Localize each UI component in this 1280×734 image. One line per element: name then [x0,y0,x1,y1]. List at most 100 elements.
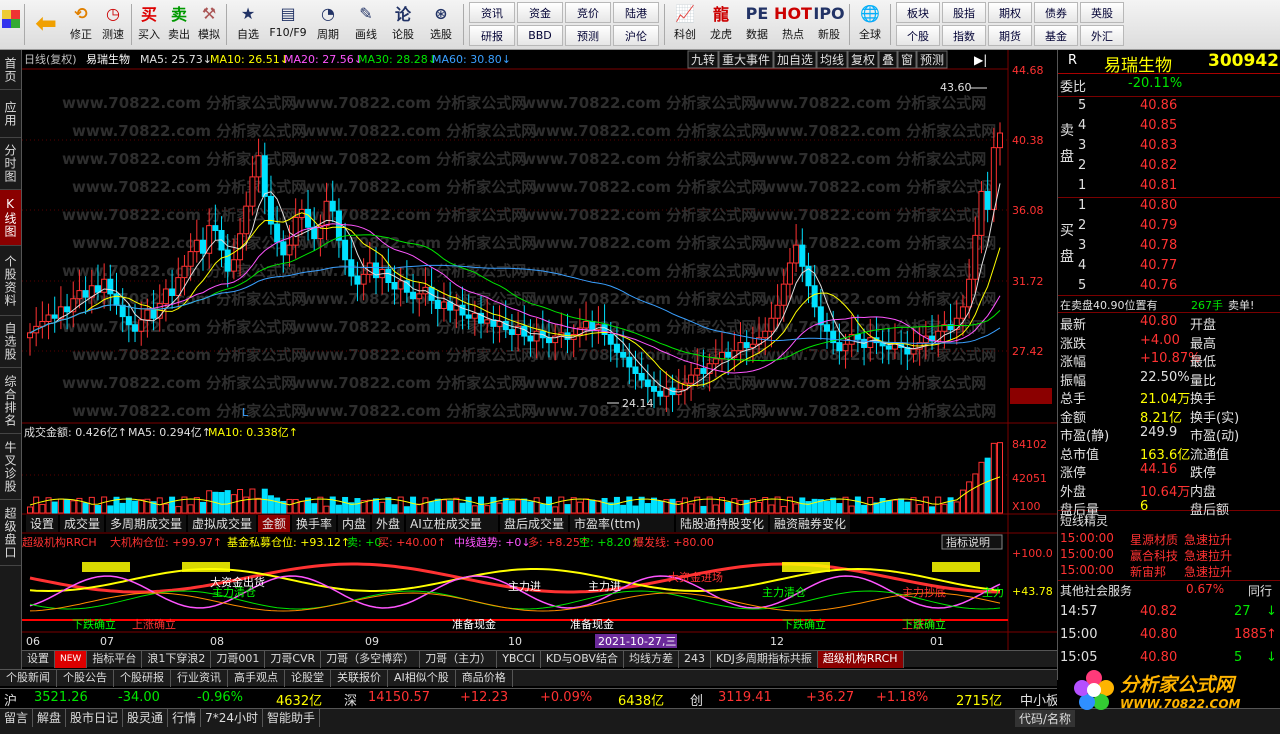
chart-pane[interactable]: www.70822.com 分析家公式网 www.70822.com 分析家公式网… [22,50,1057,650]
grid-index[interactable]: 指数 [942,25,986,46]
grid-hk[interactable]: 陆港 [613,2,659,23]
dragon-tiger-button[interactable]: 龍龙虎 [703,0,739,49]
nav-apps[interactable]: 应用 [0,90,21,138]
candle-body [416,293,423,300]
volume-bar [39,503,46,514]
panel-arrow-icon[interactable]: ▶| [974,53,987,67]
info-tab[interactable]: 商品价格 [456,670,513,687]
nav-watchlist[interactable]: 自选股 [0,316,21,368]
grid-futures[interactable]: 期货 [988,25,1032,46]
indicator-tab[interactable]: 243 [679,651,711,668]
hotspot-button[interactable]: HOT 热点 [774,0,812,49]
watchlist-button[interactable]: ★ 自选 [229,0,267,49]
sell-button[interactable]: 卖卖出 [164,0,194,49]
grid-auction[interactable]: 竞价 [565,2,611,23]
status-item[interactable]: 智能助手 [263,709,320,727]
grid-funds[interactable]: 基金 [1034,25,1078,46]
status-item[interactable]: 股灵通 [123,709,169,727]
grid-forex[interactable]: 外汇 [1080,25,1124,46]
info-tab[interactable]: 高手观点 [228,670,285,687]
indicator-tab[interactable]: KD与OBV结合 [541,651,624,668]
indicator-tab[interactable]: 刀哥（主力） [420,651,498,668]
indicator-tab[interactable]: 超级机构RRCH [817,651,904,668]
short-action: 急速拉升 [1184,565,1233,579]
indicator-tab[interactable]: 指标平台 [87,651,143,668]
indicator-tab[interactable]: 浪1下穿浪2 [142,651,212,668]
indicator-tab[interactable]: 刀哥（多空博弈） [321,651,421,668]
volume-bar [199,501,206,514]
nav-diagnose[interactable]: 牛叉诊股 [0,434,21,500]
volume-bar [101,496,108,514]
short-item[interactable]: 15:00:00 新宙邦 急速拉升 [1058,563,1280,583]
indicator-tab[interactable]: NEW [55,651,88,668]
data-button[interactable]: PE 数据 [739,0,775,49]
nav-home[interactable]: 首页 [0,50,21,90]
nav-profile[interactable]: 个股资料 [0,246,21,316]
info-tab[interactable]: 个股公告 [57,670,114,687]
refresh-button[interactable]: ⟲ 修正 [65,0,97,49]
select-stock-button[interactable]: ⊛ 选股 [421,0,461,49]
status-item[interactable]: 留言 [0,709,34,727]
subtab-label: AI立桩成交量 [410,516,482,531]
grid-shlon[interactable]: 沪伦 [613,25,659,46]
indicator-tab[interactable]: YBCCI [497,651,541,668]
global-button[interactable]: 🌐 全球 [852,0,888,49]
nav-ranking[interactable]: 综合排名 [0,368,21,434]
volume-bar [898,498,905,514]
info-tab[interactable]: 论股堂 [285,670,331,687]
grid-report[interactable]: 研报 [469,25,515,46]
grid-stocks[interactable]: 个股 [896,25,940,46]
quote-value: 22.50% [1140,369,1190,385]
status-item[interactable]: 解盘 [33,709,67,727]
info-tab[interactable]: 关联报价 [331,670,388,687]
back-button[interactable]: ⬅ [27,0,65,49]
status-item[interactable]: 行情 [168,709,202,727]
ipo-button[interactable]: IPO 新股 [811,0,847,49]
indicator-tab[interactable]: KDJ多周期指标共振 [711,651,818,668]
volume-bar [465,496,472,514]
app-logo-icon[interactable] [0,0,22,49]
grid-sector[interactable]: 板块 [896,2,940,23]
grid-uk[interactable]: 英股 [1080,2,1124,23]
nav-orderbook[interactable]: 超级盘口 [0,500,21,566]
period-button[interactable]: ◔ 周期 [309,0,347,49]
candle-body [243,205,250,235]
indicator-tab[interactable]: 刀哥CVR [265,651,322,668]
indicator-tab[interactable]: 刀哥001 [211,651,266,668]
discuss-button[interactable]: 论论股 [385,0,421,49]
candle-body [348,259,355,277]
info-tab[interactable]: 行业资讯 [171,670,228,687]
candle-body [138,319,145,332]
volume-bar [230,494,237,514]
indicator-tab[interactable]: 均线方差 [624,651,679,668]
simulate-button[interactable]: ⚒ 模拟 [194,0,224,49]
status-item[interactable]: 股市日记 [66,709,124,727]
grid-bonds[interactable]: 债券 [1034,2,1078,23]
buy-button[interactable]: 买买入 [134,0,164,49]
grid-bbd[interactable]: BBD [517,25,563,46]
info-tab[interactable]: 个股研报 [114,670,171,687]
subtab-label: 换手率 [296,516,332,531]
kline-chart[interactable]: www.70822.com 分析家公式网www.70822.com 分析家公式网… [22,50,1057,650]
nav-timeshare[interactable]: 分时图 [0,138,21,190]
volume-bar [675,501,682,514]
code-search-input[interactable]: 代码/名称 [1015,710,1076,727]
speedtest-button[interactable]: ◷ 测速 [97,0,129,49]
info-tab[interactable]: 个股新闻 [0,670,57,687]
indicator-tab[interactable]: 设置 [22,651,55,668]
star-market-button[interactable]: 📈 科创 [667,0,703,49]
grid-fund[interactable]: 资金 [517,2,563,23]
volume-bar [335,504,342,514]
drawline-button[interactable]: ✎ 画线 [347,0,385,49]
f10-button[interactable]: ▤ F10/F9 [267,0,309,49]
info-tab[interactable]: AI相似个股 [388,670,456,687]
quote-label: 涨跌 [1060,336,1087,352]
quote-row: 振幅 22.50% 量比 [1058,370,1280,390]
subtab-label: 陆股通持股变化 [680,516,764,531]
status-item[interactable]: 7*24小时 [201,709,263,727]
nav-kline[interactable]: K线图 [0,190,21,246]
grid-news[interactable]: 资讯 [469,2,515,23]
grid-options[interactable]: 期权 [988,2,1032,23]
grid-forecast[interactable]: 预测 [565,25,611,46]
grid-index-fut[interactable]: 股指 [942,2,986,23]
